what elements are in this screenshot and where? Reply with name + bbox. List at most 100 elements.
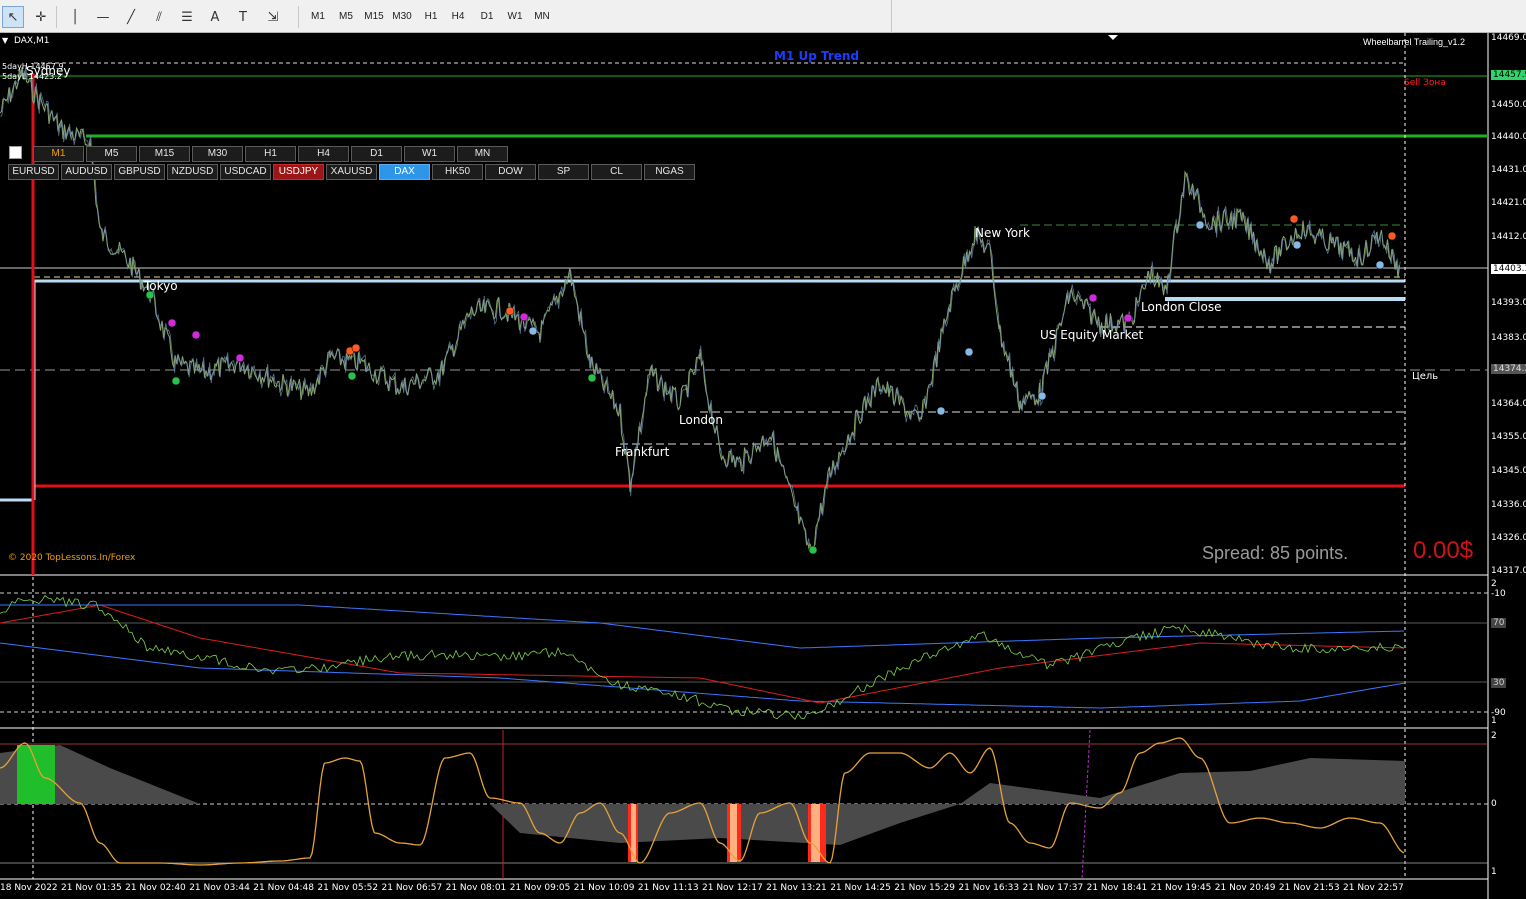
chart-symbol-button-cl[interactable]: CL xyxy=(591,164,642,180)
chart-tf-button-m5[interactable]: M5 xyxy=(86,146,137,162)
text-tool[interactable]: A xyxy=(204,6,226,28)
chart-tf-button-m1[interactable]: M1 xyxy=(33,146,84,162)
chart-tf-button-m30[interactable]: M30 xyxy=(192,146,243,162)
toolbar-timeframe-h1[interactable]: H1 xyxy=(419,9,443,25)
chart-tf-button-d1[interactable]: D1 xyxy=(351,146,402,162)
time-axis-label: 21 Nov 03:44 xyxy=(189,883,250,893)
oscillator2-axis-label: 0 xyxy=(1491,799,1497,809)
chart-symbol-button-ngas[interactable]: NGAS xyxy=(644,164,695,180)
toolbar-timeframe-h4[interactable]: H4 xyxy=(446,9,470,25)
signal-marker-icon xyxy=(519,312,529,322)
vertical-line-tool[interactable]: │ xyxy=(64,6,86,28)
chart-window[interactable]: DAX,M1 ▼ 5dayH 14457.9 5dayL 14423.2 Syd… xyxy=(0,33,1526,899)
oscillator1-axis-label: 70 xyxy=(1491,618,1507,628)
sell-zone-label: Sell Зона xyxy=(1404,78,1446,88)
price-axis-label: 14393.0 xyxy=(1491,298,1526,308)
osc1-green-line xyxy=(0,594,1405,720)
chart-symbol-button-sp[interactable]: SP xyxy=(538,164,589,180)
text-label-tool[interactable]: T xyxy=(232,6,254,28)
chart-symbol-button-dax[interactable]: DAX xyxy=(379,164,430,180)
signal-marker-icon xyxy=(1123,313,1133,323)
toolbar-timeframe-m30[interactable]: M30 xyxy=(390,9,414,25)
toolbar-timeframe-w1[interactable]: W1 xyxy=(503,9,527,25)
panel-toggle-checkbox[interactable] xyxy=(9,146,22,159)
trendline-tool[interactable]: ╱ xyxy=(120,6,142,28)
time-axis-label: 18 Nov 2022 xyxy=(0,883,58,893)
chart-symbol-button-usdjpy[interactable]: USDJPY xyxy=(273,164,324,180)
time-axis-label: 21 Nov 14:25 xyxy=(830,883,891,893)
osc1-red-line xyxy=(0,604,1405,704)
chart-symbol-button-gbpusd[interactable]: GBPUSD xyxy=(114,164,165,180)
signal-marker-icon xyxy=(347,371,357,381)
toolbar-timeframe-mn[interactable]: MN xyxy=(530,9,554,25)
chart-tf-button-h4[interactable]: H4 xyxy=(298,146,349,162)
signal-marker-icon xyxy=(587,373,597,383)
indicator-name-label: Wheelbarrel Trailing_v1.2 xyxy=(1363,37,1466,47)
time-axis-label: 21 Nov 09:05 xyxy=(509,883,571,893)
sydney-session-label: Sydney xyxy=(26,64,71,78)
chart-tf-button-m15[interactable]: M15 xyxy=(139,146,190,162)
oscillator1-axis-label: -10 xyxy=(1491,589,1506,599)
time-axis-label: 21 Nov 15:29 xyxy=(894,883,955,893)
chart-symbol-button-hk50[interactable]: HK50 xyxy=(432,164,483,180)
price-axis-label: 14450.0 xyxy=(1491,100,1526,110)
chart-symbol-button-eurusd[interactable]: EURUSD xyxy=(8,164,59,180)
price-axis-label: 14317.0 xyxy=(1491,566,1526,576)
price-axis-label: 14431.0 xyxy=(1491,165,1526,175)
osc2-red-histogram xyxy=(811,804,820,862)
toolbar-timeframe-d1[interactable]: D1 xyxy=(475,9,499,25)
horizontal-line-tool[interactable]: — xyxy=(92,6,114,28)
toolbar-timeframe-m15[interactable]: M15 xyxy=(362,9,386,25)
chart-symbol-button-xauusd[interactable]: XAUUSD xyxy=(326,164,377,180)
tokyo-session-label: Tokyo xyxy=(144,279,178,293)
price-axis-label: 14403.3 xyxy=(1491,264,1526,274)
price-axis-label: 14345.0 xyxy=(1491,466,1526,476)
osc1-blue-lower-line xyxy=(0,642,1405,709)
chart-symbol-button-dow[interactable]: DOW xyxy=(485,164,536,180)
equidistant-channel-tool[interactable]: ⫽ xyxy=(148,6,170,28)
toolbar-timeframe-m1[interactable]: M1 xyxy=(306,9,330,25)
chart-symbol-button-audusd[interactable]: AUDUSD xyxy=(61,164,112,180)
chart-canvas[interactable] xyxy=(0,33,1526,899)
profit-label: 0.00$ xyxy=(1413,537,1474,564)
chart-tf-button-h1[interactable]: H1 xyxy=(245,146,296,162)
time-axis-label: 21 Nov 08:01 xyxy=(445,883,507,893)
chart-symbol-button-usdcad[interactable]: USDCAD xyxy=(220,164,271,180)
time-axis-label: 21 Nov 12:17 xyxy=(702,883,763,893)
arrows-tool[interactable]: ⇲ xyxy=(262,6,284,28)
oscillator2-axis-label: 2 xyxy=(1491,731,1497,741)
time-axis-label: 21 Nov 16:33 xyxy=(958,883,1020,893)
price-axis-label: 14383.0 xyxy=(1491,333,1526,343)
oscillator2-axis-label: 1 xyxy=(1491,867,1497,877)
crosshair-tool[interactable]: ✛ xyxy=(30,6,52,28)
time-axis-label: 21 Nov 13:21 xyxy=(766,883,827,893)
signal-marker-icon xyxy=(235,353,245,363)
signal-marker-icon xyxy=(1289,214,1299,224)
collapse-arrow-icon[interactable]: ▼ xyxy=(2,36,8,45)
london-close-session-label: London Close xyxy=(1141,300,1222,314)
signal-marker-icon xyxy=(1375,260,1385,270)
chart-tf-button-w1[interactable]: W1 xyxy=(404,146,455,162)
chart-symbol-button-nzdusd[interactable]: NZDUSD xyxy=(167,164,218,180)
time-axis-label: 21 Nov 04:48 xyxy=(253,883,314,893)
spread-label: Spread: 85 points. xyxy=(1202,543,1349,563)
us-equity-session-label: US Equity Market xyxy=(1040,328,1144,342)
new-york-session-label: New York xyxy=(975,226,1030,240)
fibonacci-tool[interactable]: ☰ xyxy=(176,6,198,28)
signal-marker-icon xyxy=(1292,240,1302,250)
signal-marker-icon xyxy=(1037,391,1047,401)
signal-marker-icon xyxy=(808,545,818,555)
signal-marker-icon xyxy=(1387,231,1397,241)
time-axis-label: 21 Nov 22:57 xyxy=(1343,883,1404,893)
price-axis-label: 14469.0 xyxy=(1491,33,1526,43)
time-axis-label: 21 Nov 19:45 xyxy=(1150,883,1212,893)
price-axis-label: 14412.0 xyxy=(1491,232,1526,242)
london-session-label: London xyxy=(679,413,723,427)
price-axis-label: 14440.0 xyxy=(1491,132,1526,142)
chart-tf-button-mn[interactable]: MN xyxy=(457,146,508,162)
osc1-blue-line xyxy=(0,604,1405,649)
signal-marker-icon xyxy=(528,326,538,336)
price-axis-label: 14355.0 xyxy=(1491,432,1526,442)
cursor-tool[interactable]: ↖ xyxy=(2,6,24,28)
toolbar-timeframe-m5[interactable]: M5 xyxy=(334,9,358,25)
